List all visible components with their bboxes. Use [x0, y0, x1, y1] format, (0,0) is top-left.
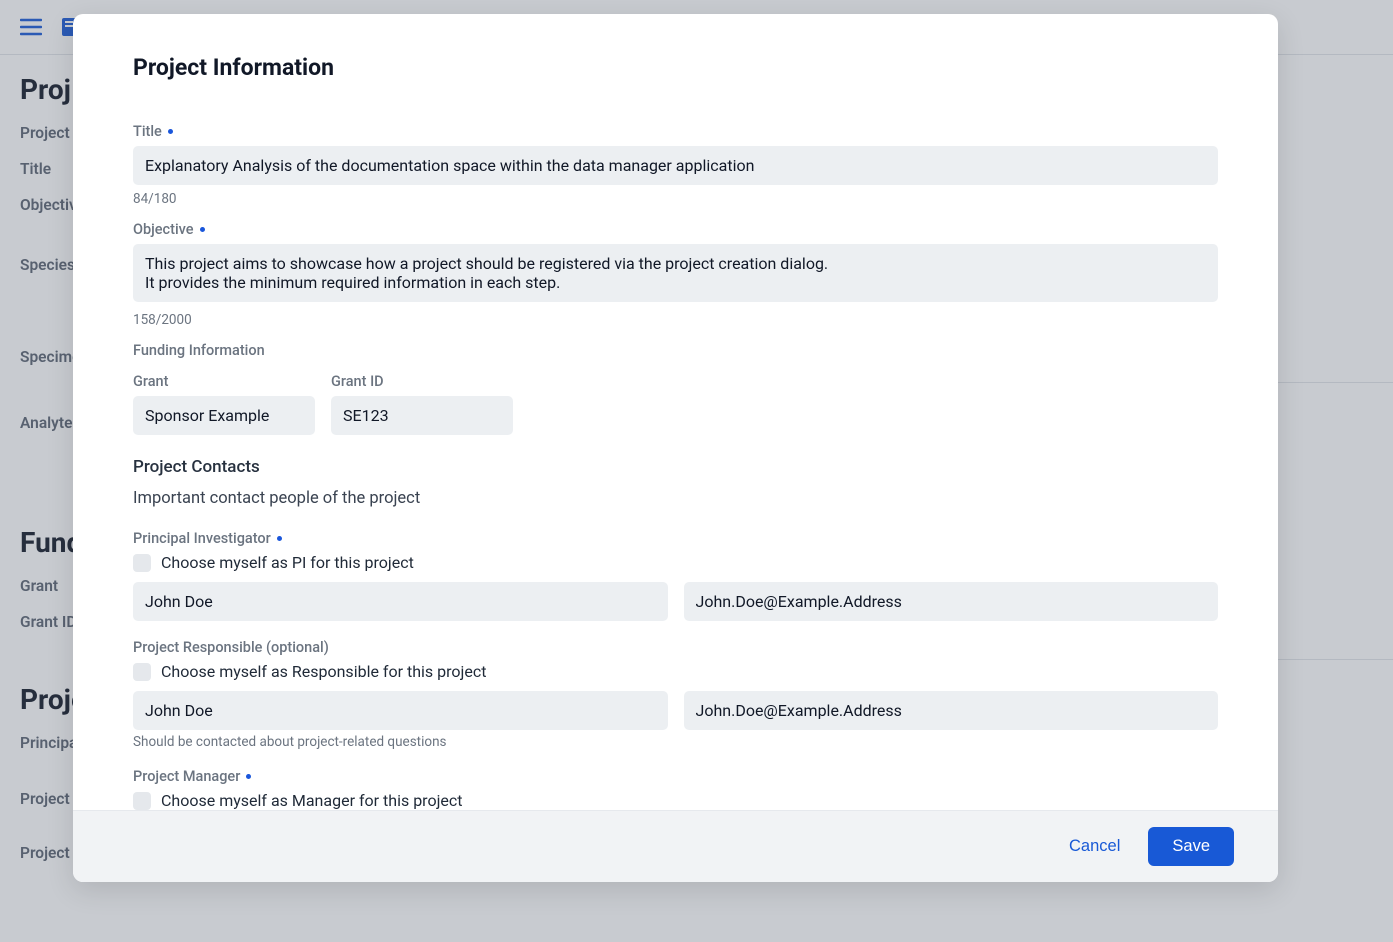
pr-field-label: Project Responsible (optional)	[133, 639, 1218, 656]
project-information-dialog: Project Information Title 84/180 Objecti…	[73, 14, 1278, 882]
pi-self-checkbox[interactable]	[133, 554, 151, 572]
required-indicator-icon	[246, 774, 251, 779]
pi-self-checkbox-label: Choose myself as PI for this project	[161, 553, 414, 572]
modal-title: Project Information	[133, 54, 1218, 81]
pm-field-label: Project Manager	[133, 768, 1218, 785]
modal-body[interactable]: Project Information Title 84/180 Objecti…	[73, 14, 1278, 810]
objective-counter: 158/2000	[133, 312, 1218, 328]
grant-field-label: Grant	[133, 373, 315, 390]
pm-self-checkbox[interactable]	[133, 792, 151, 810]
modal-footer: Cancel Save	[73, 810, 1278, 882]
grant-id-field-label: Grant ID	[331, 373, 513, 390]
pi-email-input[interactable]	[684, 582, 1219, 621]
pi-field-label: Principal Investigator	[133, 530, 1218, 547]
title-input[interactable]	[133, 146, 1218, 185]
pi-name-input[interactable]	[133, 582, 668, 621]
objective-field-label: Objective	[133, 221, 1218, 238]
pr-help-text: Should be contacted about project-relate…	[133, 734, 1218, 750]
pr-email-input[interactable]	[684, 691, 1219, 730]
required-indicator-icon	[200, 227, 205, 232]
save-button[interactable]: Save	[1148, 827, 1234, 866]
objective-textarea[interactable]	[133, 244, 1218, 302]
project-contacts-heading: Project Contacts	[133, 457, 1218, 477]
pr-name-input[interactable]	[133, 691, 668, 730]
pm-self-checkbox-label: Choose myself as Manager for this projec…	[161, 791, 463, 810]
title-counter: 84/180	[133, 191, 1218, 207]
grant-input[interactable]	[133, 396, 315, 435]
grant-id-input[interactable]	[331, 396, 513, 435]
required-indicator-icon	[168, 129, 173, 134]
project-contacts-subtext: Important contact people of the project	[133, 489, 1218, 508]
cancel-button[interactable]: Cancel	[1055, 827, 1134, 866]
pr-self-checkbox[interactable]	[133, 663, 151, 681]
modal-overlay: Project Information Title 84/180 Objecti…	[0, 0, 1393, 942]
funding-info-heading: Funding Information	[133, 342, 1218, 359]
required-indicator-icon	[277, 536, 282, 541]
title-field-label: Title	[133, 123, 1218, 140]
pr-self-checkbox-label: Choose myself as Responsible for this pr…	[161, 662, 486, 681]
